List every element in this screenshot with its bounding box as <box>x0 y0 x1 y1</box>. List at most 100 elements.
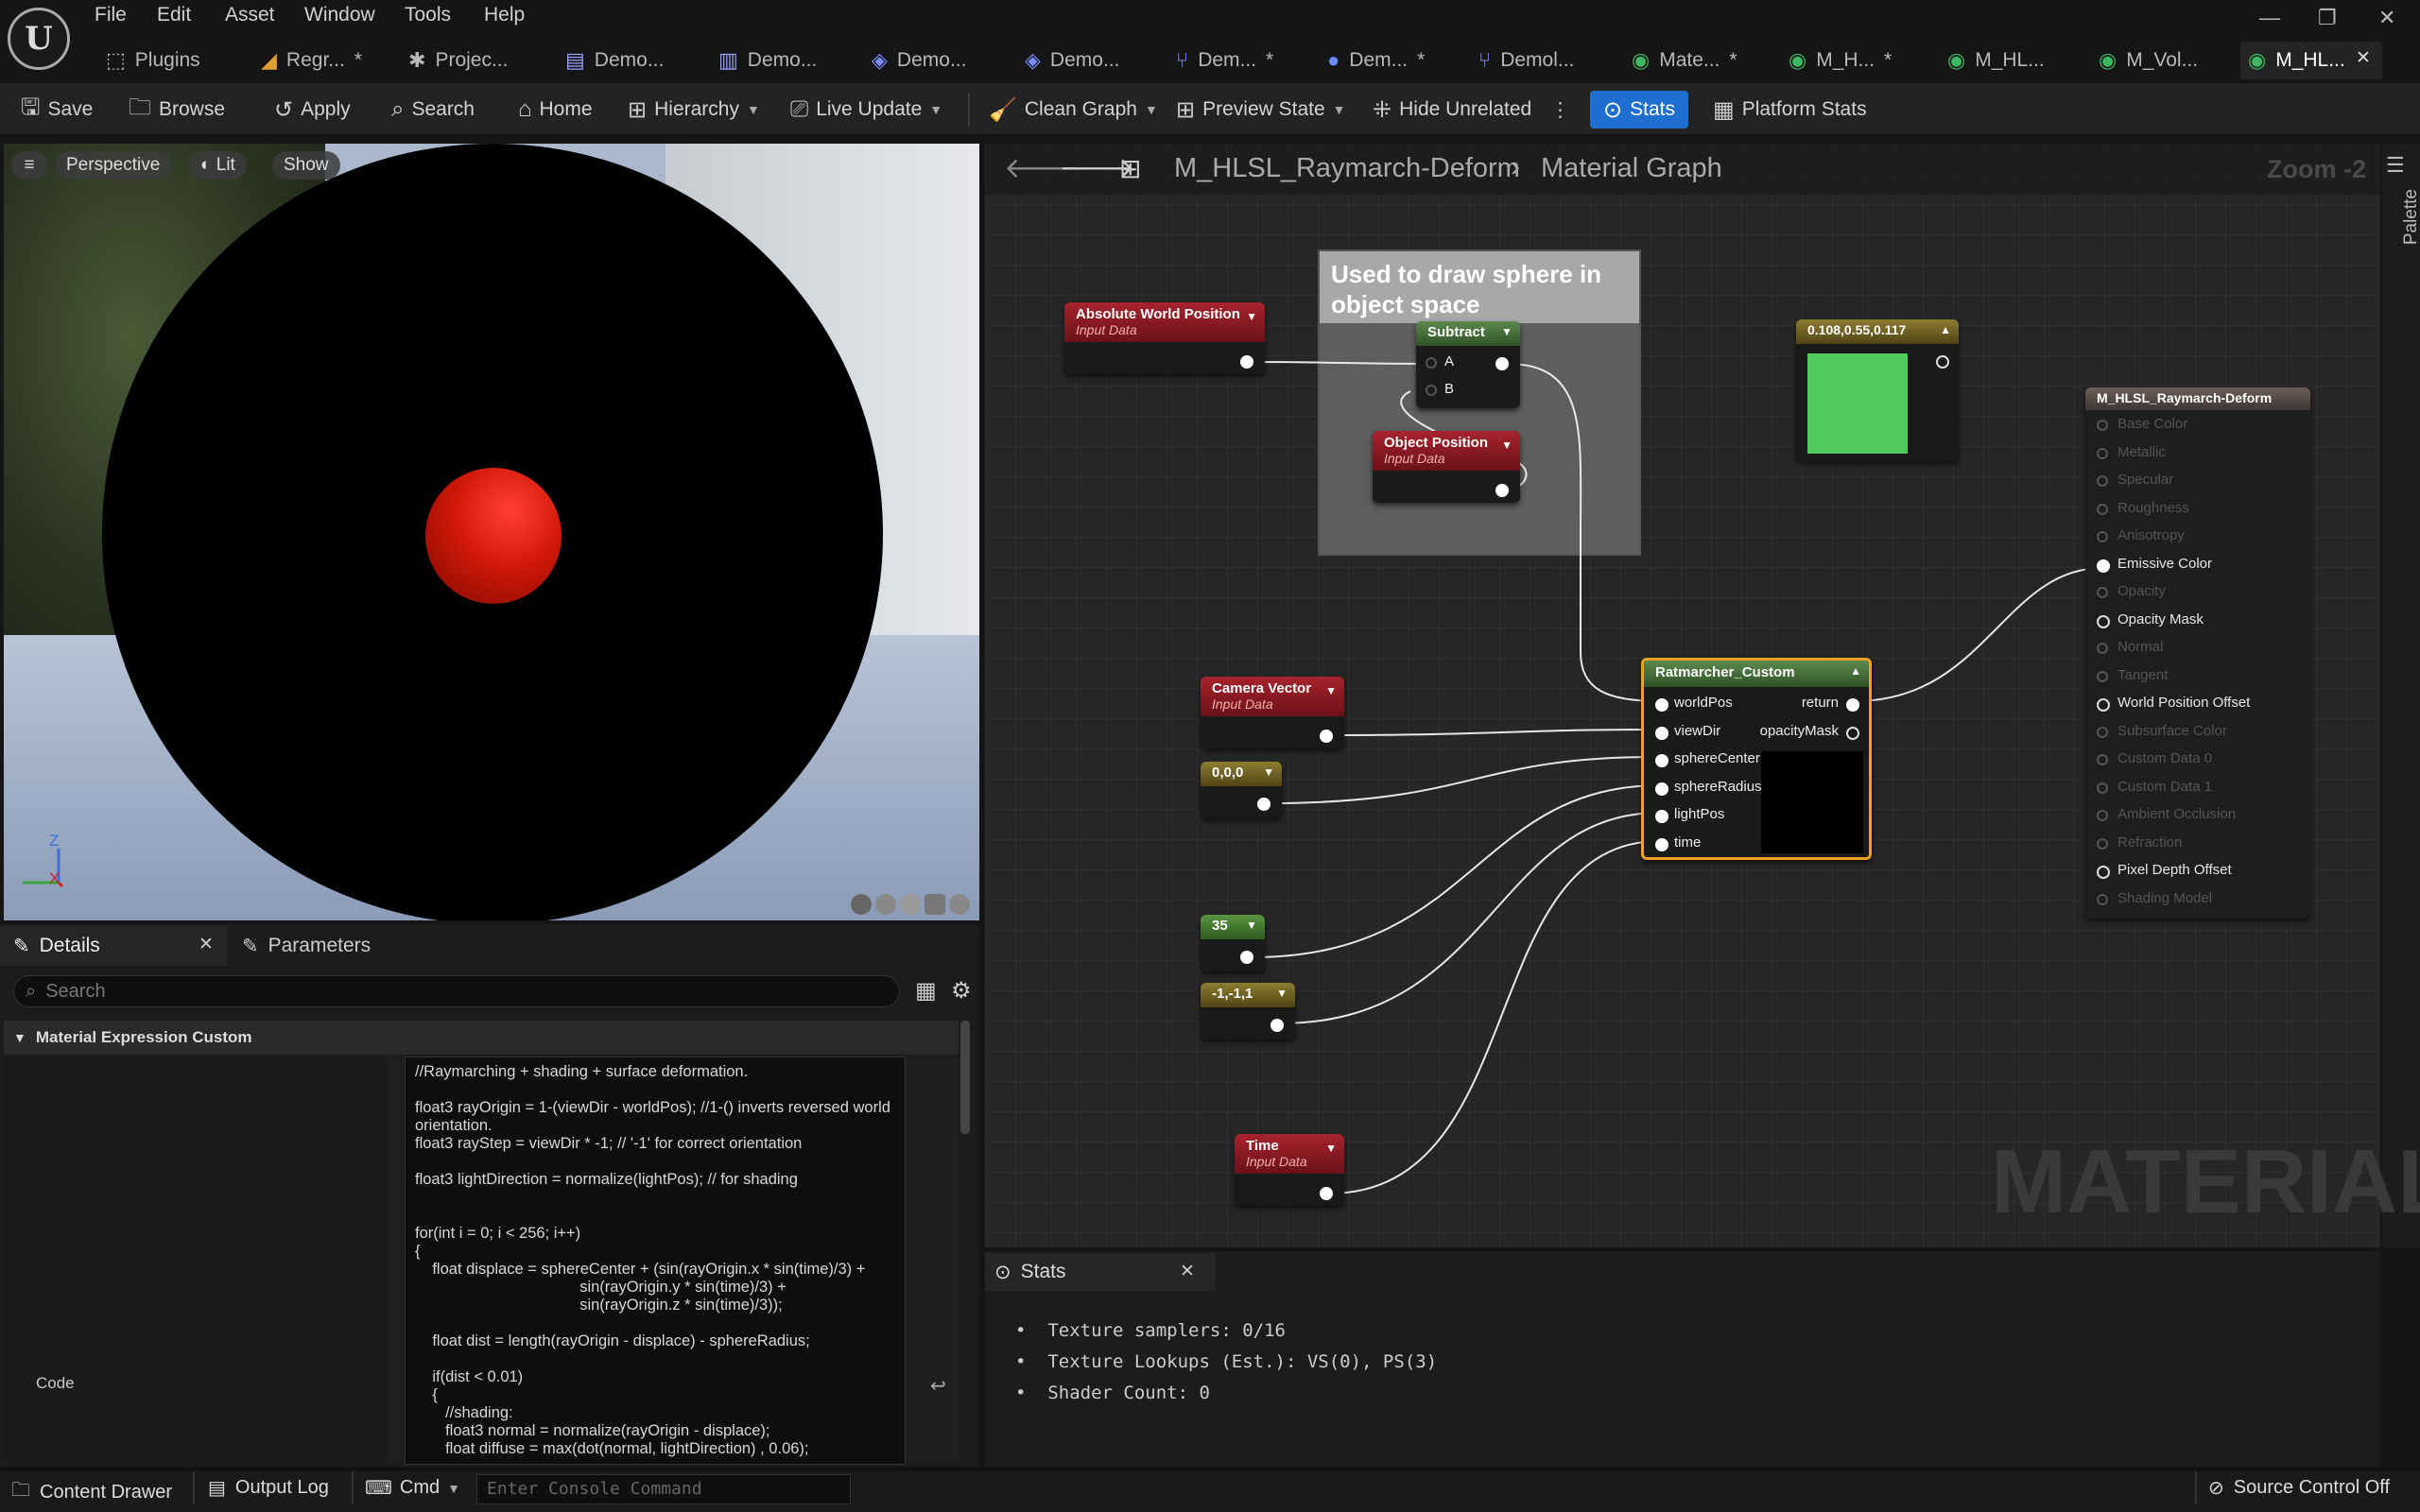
chevron-down-icon[interactable]: ▼ <box>1501 438 1512 452</box>
input-pin-spherecenter[interactable] <box>1655 754 1668 767</box>
chevron-down-icon[interactable]: ▼ <box>1501 325 1512 338</box>
node-subtitle: Input Data <box>1384 451 1445 466</box>
cmd-dropdown[interactable]: ⌨ Cmd ▼ <box>365 1476 460 1500</box>
input-pin-tangent[interactable] <box>2097 670 2108 682</box>
node-radius-constant[interactable]: 35 ▼ <box>1201 915 1265 971</box>
output-pin[interactable] <box>1257 798 1270 811</box>
node-title: -1,-1,1 <box>1212 986 1253 1002</box>
pin-label-worldpos: worldPos <box>1674 695 1733 711</box>
wire-radius-sphereradius <box>1251 784 1661 958</box>
output-pin[interactable] <box>1240 951 1253 964</box>
input-pin-roughness[interactable] <box>2097 503 2108 515</box>
pin-label: Opacity <box>2118 583 2166 599</box>
input-pin-b[interactable] <box>1426 385 1437 396</box>
input-pin-normal[interactable] <box>2097 643 2108 654</box>
chevron-down-icon[interactable]: ▼ <box>1263 765 1274 779</box>
pin-label: Shading Model <box>2118 889 2213 906</box>
output-pin[interactable] <box>1495 484 1509 497</box>
input-pin-opacity-mask[interactable] <box>2097 614 2110 628</box>
input-pin-custom-data-0[interactable] <box>2097 754 2108 765</box>
output-pin[interactable] <box>1936 355 1949 369</box>
pin-label: Anisotropy <box>2118 527 2185 543</box>
input-pin-metallic[interactable] <box>2097 447 2108 459</box>
input-pin-base-color[interactable] <box>2097 420 2108 431</box>
output-pin[interactable] <box>1240 355 1253 369</box>
input-pin-time[interactable] <box>1655 838 1668 851</box>
pin-label: Metallic <box>2118 443 2166 460</box>
node-sphere-center-constant[interactable]: 0,0,0 ▼ <box>1201 762 1282 818</box>
pin-label-return: return <box>1801 695 1839 711</box>
node-absolute-world-position[interactable]: Absolute World Position Input Data ▼ <box>1064 302 1265 374</box>
node-title: Subtract <box>1427 324 1485 340</box>
pin-label: Subsurface Color <box>2118 722 2227 739</box>
input-pin-ambient-occlusion[interactable] <box>2097 810 2108 821</box>
chevron-down-icon[interactable]: ▼ <box>1325 1142 1337 1155</box>
input-pin-sphereradius[interactable] <box>1655 782 1668 796</box>
pin-label-spherecenter: sphereCenter <box>1674 750 1760 766</box>
input-pin-lightpos[interactable] <box>1655 810 1668 823</box>
pin-label: Base Color <box>2118 416 2188 432</box>
custom-node-preview <box>1761 751 1863 853</box>
stats-tab-label: Stats <box>1020 1261 1066 1282</box>
wire-subtract-worldpos <box>1507 363 1661 702</box>
node-subtitle: Input Data <box>1076 322 1137 337</box>
node-ratmarcher-custom[interactable]: Ratmarcher_Custom ▲ worldPos viewDir sphe… <box>1641 658 1872 860</box>
input-pin-world-position-offset[interactable] <box>2097 698 2110 712</box>
content-drawer-button[interactable]: 🗀 Content Drawer <box>11 1476 172 1508</box>
input-pin-pixel-depth-offset[interactable] <box>2097 866 2110 879</box>
node-constant3vector[interactable]: 0.108,0.55,0.117 ▲ <box>1796 319 1959 461</box>
output-log-button[interactable]: ▤ Output Log <box>208 1476 329 1500</box>
input-pin-emissive-color[interactable] <box>2097 558 2110 573</box>
pin-label: Emissive Color <box>2118 555 2213 572</box>
cmd-label: Cmd <box>399 1477 441 1498</box>
input-pin-viewdir[interactable] <box>1655 727 1668 740</box>
input-pin-custom-data-1[interactable] <box>2097 782 2108 794</box>
status-bar <box>0 1469 2420 1512</box>
pin-label-a: A <box>1444 353 1455 369</box>
node-subtract[interactable]: Subtract ▼ A B <box>1416 321 1520 408</box>
node-material-result[interactable]: M_HLSL_Raymarch-Deform Base Color Metalli… <box>2085 387 2310 919</box>
input-pin-subsurface-color[interactable] <box>2097 726 2108 738</box>
content-drawer-icon: 🗀 <box>11 1480 30 1501</box>
input-pin-anisotropy[interactable] <box>2097 531 2108 542</box>
chevron-down-icon[interactable]: ▼ <box>1325 684 1337 697</box>
node-camera-vector[interactable]: Camera Vector Input Data ▼ <box>1201 677 1344 748</box>
node-title: 0,0,0 <box>1212 765 1244 781</box>
pin-label: Tangent <box>2118 666 2169 683</box>
chevron-down-icon[interactable]: ▼ <box>1276 987 1288 1000</box>
console-input[interactable]: Enter Console Command <box>476 1474 851 1504</box>
node-title: 0.108,0.55,0.117 <box>1807 322 1907 337</box>
output-pin[interactable] <box>1320 730 1333 743</box>
input-pin-opacity[interactable] <box>2097 587 2108 598</box>
node-subtitle: Input Data <box>1212 696 1273 712</box>
source-control-button[interactable]: ⊘ Source Control Off <box>2208 1476 2390 1500</box>
output-pin[interactable] <box>1495 357 1509 370</box>
input-pin-shading-model[interactable] <box>2097 893 2108 905</box>
color-swatch[interactable] <box>1807 353 1908 454</box>
input-pin-specular[interactable] <box>2097 475 2108 487</box>
node-title: Absolute World Position <box>1076 306 1240 322</box>
pin-label: Normal <box>2118 639 2164 655</box>
wire-light-lightpos <box>1279 812 1661 1024</box>
pin-label: World Position Offset <box>2118 695 2251 711</box>
node-title: Ratmarcher_Custom <box>1655 664 1795 680</box>
pin-label: Opacity Mask <box>2118 610 2204 627</box>
output-pin[interactable] <box>1320 1187 1333 1200</box>
terminal-icon: ⌨ <box>365 1478 392 1499</box>
input-pin-a[interactable] <box>1426 357 1437 369</box>
stats-line: • Texture Lookups (Est.): VS(0), PS(3) <box>1015 1351 1438 1372</box>
wire-camvec-viewdir <box>1328 729 1661 736</box>
node-light-direction-constant[interactable]: -1,-1,1 ▼ <box>1201 983 1295 1040</box>
node-time[interactable]: Time Input Data ▼ <box>1235 1134 1344 1206</box>
output-pin-return[interactable] <box>1846 698 1859 712</box>
input-pin-refraction[interactable] <box>2097 837 2108 850</box>
output-pin-opacitymask[interactable] <box>1846 727 1859 740</box>
chevron-down-icon[interactable]: ▼ <box>1246 310 1257 323</box>
output-pin[interactable] <box>1270 1019 1284 1032</box>
chevron-down-icon[interactable]: ▼ <box>1246 919 1257 932</box>
chevron-up-icon[interactable]: ▲ <box>1940 323 1951 336</box>
chevron-up-icon[interactable]: ▲ <box>1850 664 1861 678</box>
node-object-position[interactable]: Object Position Input Data ▼ <box>1373 431 1520 503</box>
close-stats-icon[interactable]: ✕ <box>1180 1261 1195 1282</box>
input-pin-worldpos[interactable] <box>1655 698 1668 712</box>
